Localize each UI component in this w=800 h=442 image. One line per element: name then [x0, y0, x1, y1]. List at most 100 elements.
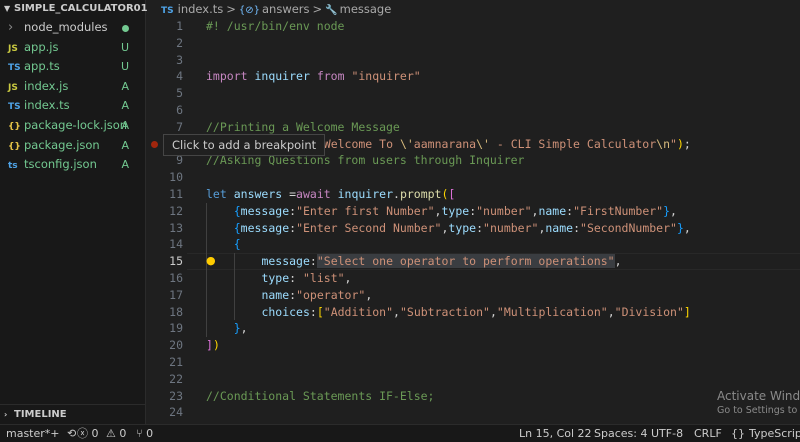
indentation-status[interactable]: Spaces: 4	[594, 425, 647, 442]
code-token: ,	[614, 254, 622, 269]
code-line[interactable]: 22	[147, 371, 800, 388]
code-token: {	[233, 220, 241, 235]
line-number: 3	[176, 52, 183, 67]
code-text: let answers =await inquirer.prompt([	[206, 186, 455, 203]
chevron-right-icon: ›	[8, 20, 14, 35]
code-line[interactable]: 14 {	[147, 236, 800, 253]
code-line[interactable]: 10	[147, 169, 800, 186]
code-line[interactable]: 18 choices:["Addition","Subtraction","Mul…	[147, 304, 800, 321]
code-line[interactable]: 19},	[147, 320, 800, 337]
code-line[interactable]: 4 import inquirer from "inquirer"	[147, 68, 800, 85]
cursor-position[interactable]: Ln 15, Col 22	[519, 425, 592, 442]
code-token: "Multiplication"	[496, 304, 608, 319]
code-line[interactable]: 2	[147, 35, 800, 52]
code-token: "operator"	[296, 287, 366, 302]
line-number: 18	[169, 304, 183, 319]
file-item[interactable]: JS index.js A	[0, 77, 145, 97]
git-status-badge: A	[121, 99, 129, 113]
breakpoint-dot[interactable]	[151, 140, 158, 148]
eol-status[interactable]: CRLF	[694, 425, 722, 442]
code-token: aamnarana	[413, 136, 477, 151]
line-number: 19	[169, 321, 183, 336]
code-token: }	[663, 203, 671, 218]
code-line[interactable]: 20])	[147, 337, 800, 354]
warning-count: 0	[119, 427, 127, 440]
code-token: :	[476, 220, 484, 235]
code-token: message	[240, 203, 290, 218]
project-name: SIMPLE_CALCULATOR01	[14, 3, 148, 14]
code-editor[interactable]: 1 #! /usr/bin/env node 2 3 4 import inquirer …	[147, 18, 800, 424]
file-item[interactable]: › node_modules	[0, 18, 145, 38]
file-item[interactable]: TS index.ts A	[0, 96, 145, 116]
code-token: )	[212, 338, 220, 353]
file-type-icon: ts	[8, 161, 18, 172]
code-token: ,	[670, 203, 677, 218]
breadcrumb-file[interactable]: index.ts	[178, 2, 224, 16]
code-token: message	[261, 254, 310, 269]
file-item[interactable]: ts tsconfig.json A	[0, 155, 145, 175]
file-item[interactable]: JS app.js U	[0, 38, 145, 58]
code-line[interactable]: 16 type: "list",	[147, 270, 800, 287]
line-number: 1	[176, 19, 183, 33]
variable-icon: {⊘}	[238, 5, 260, 16]
code-token: :	[573, 220, 581, 235]
breadcrumb-symbol-answers[interactable]: answers	[262, 2, 310, 16]
code-line[interactable]: 3	[147, 52, 800, 69]
code-line[interactable]: 11 let answers =await inquirer.prompt([	[147, 186, 800, 203]
code-line[interactable]: 5	[147, 85, 800, 102]
file-item[interactable]: {} package-lock.json A	[0, 116, 145, 136]
windows-activation-watermark: Activate Windo Go to Settings to ac	[717, 389, 800, 416]
code-token: import	[206, 69, 248, 84]
code-line[interactable]: 21	[147, 354, 800, 371]
code-token: answers	[233, 187, 283, 201]
code-token: #! /usr/bin/env node	[206, 19, 345, 33]
code-token: - CLI Simple Calculator	[489, 136, 657, 151]
code-line[interactable]: 23 //Conditional Statements IF-Else;	[147, 388, 800, 405]
problems-status[interactable]: ⓧ 0 ⚠ 0	[77, 425, 126, 442]
property-icon: 🔧	[325, 5, 338, 16]
code-line[interactable]: 24	[147, 404, 800, 421]
file-item[interactable]: TS app.ts U	[0, 57, 145, 77]
code-line[interactable]: 13 {message:"Enter Second Number",type:"n…	[147, 220, 800, 237]
code-token: ]	[683, 304, 691, 319]
ports-count: 0	[146, 427, 154, 440]
file-name: app.ts	[24, 59, 60, 74]
lightbulb-icon[interactable]: ●	[206, 254, 216, 267]
branch-status[interactable]: master*+ ⟲	[6, 425, 76, 442]
code-token: ,	[683, 220, 691, 235]
code-line[interactable]: 1 #! /usr/bin/env node	[147, 18, 800, 35]
git-status-badge: A	[121, 138, 129, 152]
breadcrumb-symbol-message[interactable]: message	[340, 2, 392, 16]
file-name: node_modules	[24, 20, 108, 34]
encoding-status[interactable]: UTF-8	[651, 425, 683, 442]
code-line[interactable]: 6	[147, 102, 800, 119]
code-token: [	[448, 187, 456, 201]
code-token: "FirstNumber"	[573, 203, 664, 218]
language-mode[interactable]: {} TypeScript	[731, 425, 800, 442]
code-token: ,	[365, 287, 373, 302]
code-token: prompt	[399, 187, 442, 201]
explorer-sidebar: ▼ SIMPLE_CALCULATOR01 › node_modules JS app.…	[0, 0, 148, 424]
code-line[interactable]: 17 name:"operator",	[147, 287, 800, 304]
code-token: Welcome To	[323, 136, 400, 151]
branch-name: master*+	[6, 427, 60, 440]
line-number: 15	[169, 254, 183, 269]
status-dot	[122, 24, 129, 32]
modified-dot	[122, 18, 129, 38]
line-number: 12	[169, 203, 183, 218]
code-line[interactable]: 15 message:"Select one operator to perfor…	[147, 253, 800, 270]
ports-status[interactable]: ⑂ 0	[136, 425, 153, 442]
code-line[interactable]: 12 {message:"Enter first Number",type:"nu…	[147, 203, 800, 220]
file-item[interactable]: {} package.json A	[0, 136, 145, 156]
code-token: ;	[683, 136, 691, 151]
git-status-badge: U	[120, 40, 129, 54]
git-status-badge: A	[121, 79, 129, 93]
code-token: name	[538, 203, 567, 218]
project-header[interactable]: ▼ SIMPLE_CALCULATOR01	[0, 0, 148, 18]
code-token: ,	[489, 304, 497, 319]
line-number: 5	[176, 86, 183, 101]
timeline-section[interactable]: › TIMELINE	[0, 404, 146, 424]
code-token: choices	[261, 304, 310, 319]
error-icon: ⓧ	[77, 427, 88, 440]
chevron-down-icon: ▼	[4, 4, 11, 13]
